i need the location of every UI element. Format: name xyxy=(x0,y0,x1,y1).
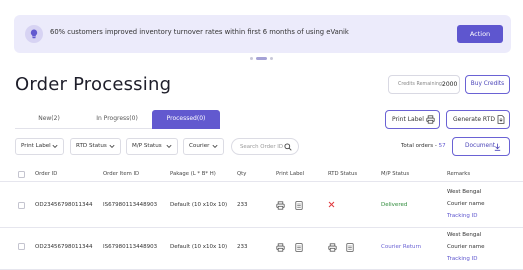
chevron-down-icon xyxy=(166,144,172,149)
remark-courier: Courier name xyxy=(447,201,485,207)
print-label-filter-text: Print Label xyxy=(21,143,51,149)
generate-rtd-button-text: Generate RTD xyxy=(453,116,495,123)
generate-rtd-button[interactable]: Generate RTD xyxy=(446,110,510,129)
tab-in-progress[interactable]: In Progress(0) xyxy=(83,110,151,129)
carousel-dot-active[interactable] xyxy=(256,57,267,60)
document-icon xyxy=(497,115,505,124)
total-orders-label: Total orders - xyxy=(401,143,437,149)
quantity: 233 xyxy=(237,202,248,208)
credits-label: Credits Remaining: xyxy=(398,82,444,87)
table-row: OD23456798011344 IS67980113448903 Defaul… xyxy=(0,183,523,228)
carousel-dot[interactable] xyxy=(250,57,253,60)
order-item-id: IS67980113448903 xyxy=(103,202,158,208)
order-status-tabs: New(2) In Progress(0) Processed(0) xyxy=(15,110,220,129)
row-checkbox[interactable] xyxy=(18,202,25,209)
chevron-down-icon xyxy=(109,144,115,149)
printer-icon[interactable] xyxy=(276,243,285,252)
order-id: OD23456798011344 xyxy=(35,202,93,208)
package-dimensions: Default (10 x10x 10) xyxy=(170,244,228,250)
print-label-button-text: Print Label xyxy=(392,116,424,123)
remark-state: West Bengal xyxy=(447,232,482,238)
remark-courier: Courier name xyxy=(447,244,485,250)
tracking-id-link[interactable]: Tracking ID xyxy=(447,256,478,262)
total-orders-count: 57 xyxy=(438,143,446,149)
column-qty: Qty xyxy=(237,171,247,177)
courier-filter[interactable]: Courier xyxy=(183,138,224,155)
column-order-id: Order ID xyxy=(35,171,58,177)
order-item-id: IS67980113448903 xyxy=(103,244,158,250)
mp-status: Courier Return xyxy=(381,244,422,250)
tab-processed[interactable]: Processed(0) xyxy=(152,110,220,129)
search-icon[interactable] xyxy=(284,143,292,151)
rtd-status-filter[interactable]: RTD Status xyxy=(70,138,121,155)
table-header: Order ID Order Item ID Pakage (L * B* H)… xyxy=(0,166,523,182)
chevron-down-icon xyxy=(52,144,58,149)
document-button-text: Document xyxy=(465,143,496,149)
cross-icon xyxy=(328,201,335,208)
row-checkbox[interactable] xyxy=(18,243,25,250)
column-order-item-id: Order Item ID xyxy=(103,171,140,177)
print-label-button[interactable]: Print Label xyxy=(385,110,440,129)
tab-new[interactable]: New(2) xyxy=(15,110,83,129)
promo-banner: 60% customers improved inventory turnove… xyxy=(14,15,511,53)
quantity: 233 xyxy=(237,244,248,250)
column-rtd-status: RTD Status xyxy=(328,171,358,177)
total-orders: Total orders - 57 xyxy=(401,143,446,149)
download-icon xyxy=(494,143,501,151)
mp-status-filter[interactable]: M/P Status xyxy=(126,138,178,155)
printer-icon[interactable] xyxy=(328,243,337,252)
print-label-filter[interactable]: Print Label xyxy=(15,138,64,155)
package-dimensions: Default (10 x10x 10) xyxy=(170,202,228,208)
table-row: OD23456798011344 IS67980113448903 Defaul… xyxy=(0,229,523,270)
column-remarks: Remarks xyxy=(447,171,471,177)
rtd-status-filter-text: RTD Status xyxy=(76,143,107,149)
document-button[interactable]: Document xyxy=(452,137,510,156)
search-box xyxy=(231,138,299,155)
printer-icon xyxy=(426,115,435,124)
document-icon[interactable] xyxy=(295,243,303,252)
bulb-icon xyxy=(25,25,43,43)
page-title: Order Processing xyxy=(15,74,172,95)
column-package: Pakage (L * B* H) xyxy=(170,171,216,177)
courier-filter-text: Courier xyxy=(189,143,210,149)
tracking-id-link[interactable]: Tracking ID xyxy=(447,213,478,219)
mp-status: Delivered xyxy=(381,202,408,208)
column-mp-status: M/P Status xyxy=(381,171,410,177)
action-button[interactable]: Action xyxy=(457,25,503,43)
order-id: OD23456798011344 xyxy=(35,244,93,250)
credits-value: 2000 xyxy=(442,81,458,88)
select-all-checkbox[interactable] xyxy=(18,171,25,178)
column-print-label: Print Label xyxy=(276,171,305,177)
chevron-down-icon xyxy=(212,144,218,149)
banner-text: 60% customers improved inventory turnove… xyxy=(50,28,349,36)
credits-remaining-box: Credits Remaining: 2000 xyxy=(388,75,460,94)
carousel-dot[interactable] xyxy=(270,57,273,60)
search-order-input[interactable] xyxy=(240,142,284,152)
buy-credits-button[interactable]: Buy Credits xyxy=(465,75,510,94)
document-icon[interactable] xyxy=(346,243,354,252)
document-icon[interactable] xyxy=(295,201,303,210)
printer-icon[interactable] xyxy=(276,201,285,210)
mp-status-filter-text: M/P Status xyxy=(132,143,162,149)
remark-state: West Bengal xyxy=(447,189,482,195)
